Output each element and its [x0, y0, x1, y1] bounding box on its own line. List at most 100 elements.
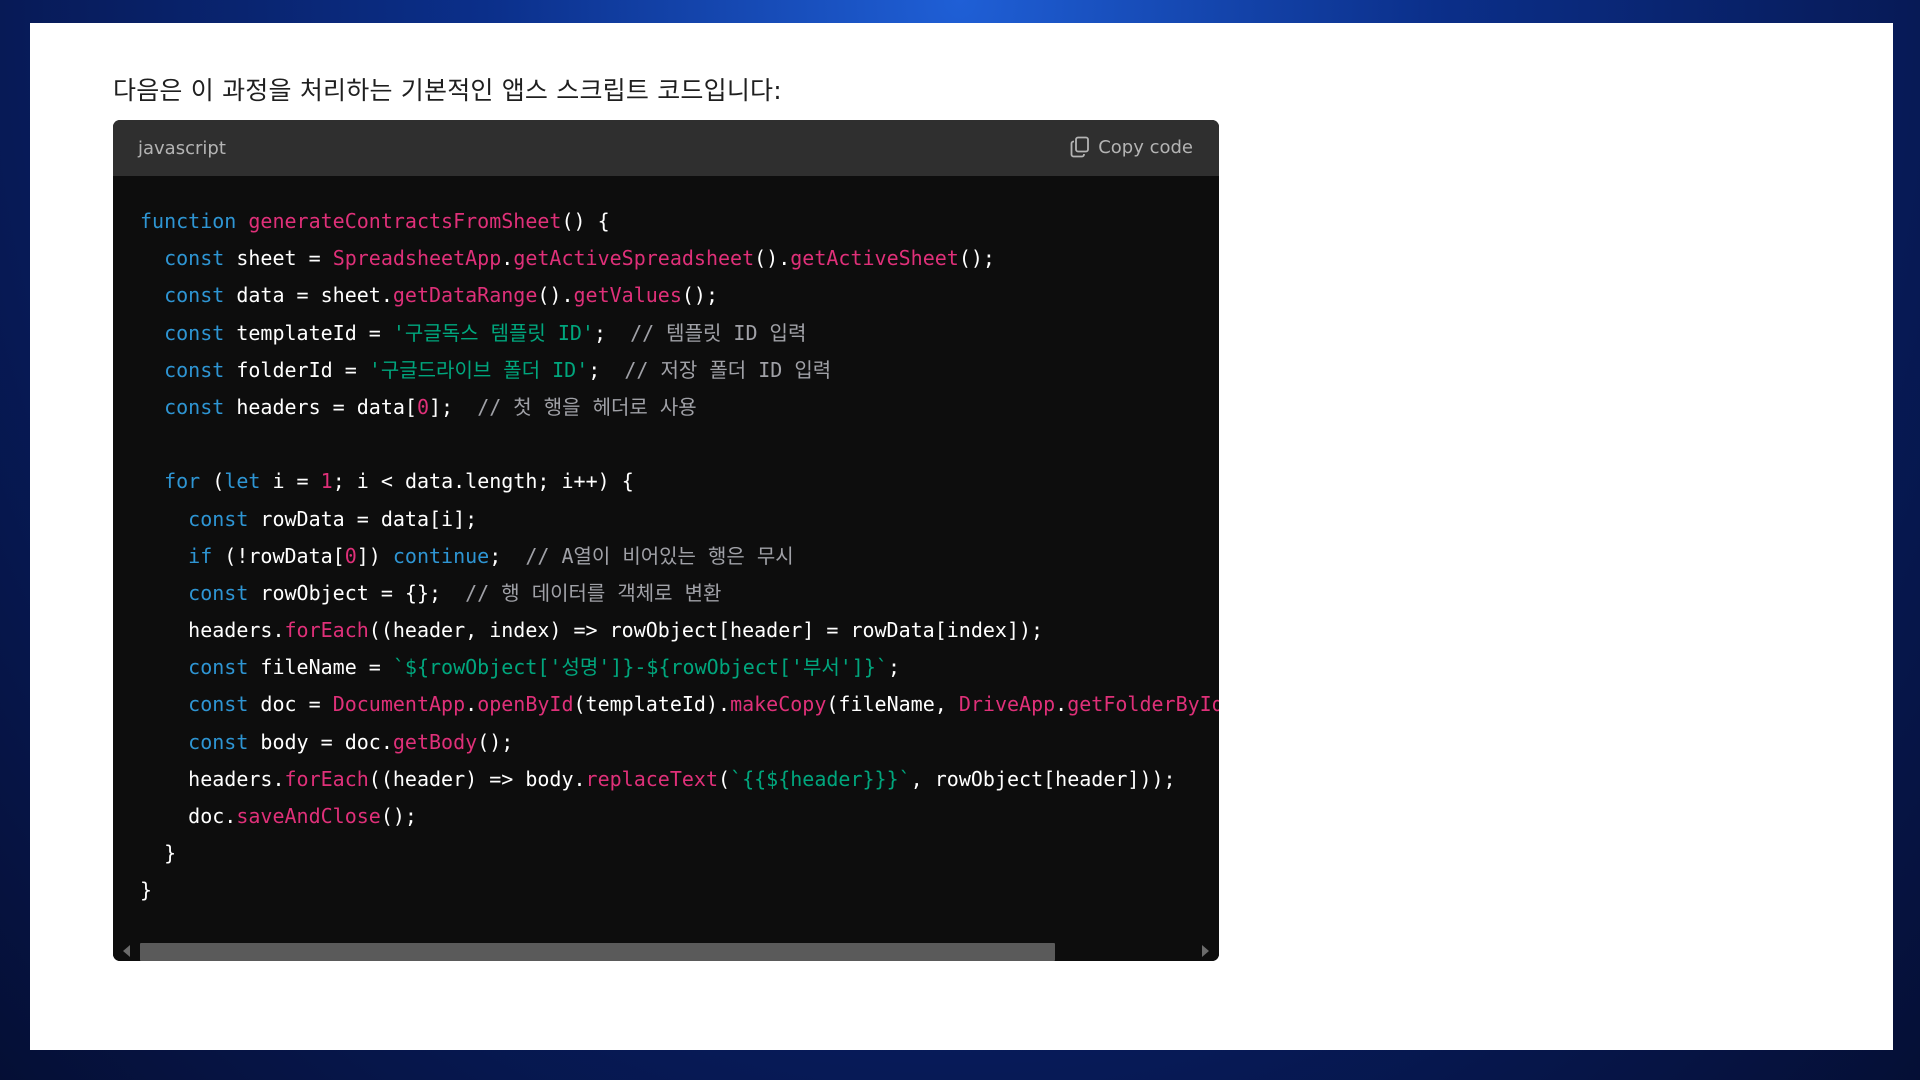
- code-token: ((header, index) => rowObject[header] = …: [368, 618, 1044, 643]
- code-token: , rowObject[header]));: [910, 766, 1176, 791]
- code-token: // 템플릿 ID 입력: [630, 320, 807, 345]
- code-token: SpreadsheetApp: [332, 246, 502, 271]
- code-token: 0: [416, 394, 430, 419]
- code-line: doc.saveAndClose();: [140, 798, 1219, 835]
- code-token: ();: [958, 246, 995, 271]
- code-token: getActiveSheet: [790, 246, 959, 271]
- code-token: makeCopy: [730, 692, 827, 717]
- code-token: ((header) => body.: [368, 766, 586, 791]
- code-token: ]): [356, 543, 393, 568]
- code-line: headers.forEach((header, index) => rowOb…: [140, 612, 1219, 649]
- code-token: getValues: [573, 283, 682, 308]
- code-token: ;: [489, 543, 526, 568]
- code-token: let: [224, 469, 261, 494]
- code-token: fileName =: [248, 655, 393, 680]
- code-language-label: javascript: [138, 138, 226, 159]
- code-token: ();: [681, 283, 719, 308]
- code-token: const: [164, 320, 225, 345]
- code-token: forEach: [284, 766, 369, 791]
- horizontal-scrollbar[interactable]: [113, 941, 1219, 961]
- code-token: const: [188, 692, 249, 717]
- code-token: const: [188, 655, 249, 680]
- code-line: if (!rowData[0]) continue; // A열이 비어있는 행…: [140, 538, 1219, 575]
- code-token: headers.: [140, 618, 285, 643]
- code-token: (fileName,: [826, 692, 959, 717]
- code-token: ;: [593, 320, 631, 345]
- code-token: ().: [537, 283, 574, 308]
- code-line: const body = doc.getBody();: [140, 724, 1219, 761]
- code-token: const: [188, 506, 249, 531]
- code-token: // 행 데이터를 객체로 변환: [465, 580, 722, 605]
- code-token: replaceText: [585, 766, 718, 791]
- code-token: .: [501, 246, 514, 271]
- code-token: '구글독스 템플릿 ID': [392, 320, 594, 345]
- code-token: (: [718, 766, 731, 791]
- code-token: ();: [477, 729, 514, 754]
- code-token: ; i < data.length; i++) {: [332, 469, 634, 494]
- code-line: const rowObject = {}; // 행 데이터를 객체로 변환: [140, 575, 1219, 612]
- code-line: const templateId = '구글독스 템플릿 ID'; // 템플릿…: [140, 315, 1219, 352]
- code-token: generateContractsFromSheet: [248, 209, 562, 233]
- code-token: `${rowObject['성명']}-${rowObject['부서']}`: [392, 655, 888, 680]
- code-token: const: [188, 580, 249, 605]
- copy-code-button[interactable]: Copy code: [1070, 136, 1193, 158]
- code-token: .: [1055, 692, 1068, 717]
- scroll-right-arrow-icon[interactable]: [1202, 945, 1209, 957]
- code-line: const folderId = '구글드라이브 폴더 ID'; // 저장 폴…: [140, 352, 1219, 389]
- code-token: doc =: [248, 692, 333, 717]
- code-token: folderId =: [224, 357, 369, 382]
- code-token: .: [465, 692, 478, 717]
- code-token: function: [140, 209, 237, 233]
- code-token: body = doc.: [248, 729, 393, 754]
- code-line: const headers = data[0]; // 첫 행을 헤더로 사용: [140, 389, 1219, 426]
- code-token: saveAndClose: [236, 804, 381, 828]
- code-token: forEach: [284, 618, 369, 643]
- code-token: (: [200, 469, 225, 494]
- code-token: doc.: [140, 804, 237, 828]
- code-token: openById: [477, 692, 574, 717]
- code-line: }: [140, 835, 1219, 872]
- intro-text: 다음은 이 과정을 처리하는 기본적인 앱스 스크립트 코드입니다:: [113, 76, 782, 105]
- code-token: // A열이 비어있는 행은 무시: [525, 543, 794, 568]
- content-panel: 다음은 이 과정을 처리하는 기본적인 앱스 스크립트 코드입니다: javas…: [30, 23, 1893, 1050]
- code-header: javascript Copy code: [113, 120, 1219, 176]
- code-token: 0: [344, 543, 357, 568]
- code-line: const sheet = SpreadsheetApp.getActiveSp…: [140, 240, 1219, 277]
- code-line: headers.forEach((header) => body.replace…: [140, 761, 1219, 798]
- code-token: (templateId).: [573, 692, 731, 717]
- code-token: continue: [392, 543, 490, 568]
- code-token: const: [188, 729, 249, 754]
- code-token: if: [188, 543, 213, 568]
- code-token: i =: [260, 469, 321, 494]
- code-content[interactable]: function generateContractsFromSheet() { …: [113, 176, 1219, 943]
- code-line: const doc = DocumentApp.openById(templat…: [140, 686, 1219, 723]
- code-token: headers = data[: [224, 394, 417, 419]
- scrollbar-thumb[interactable]: [140, 943, 1055, 961]
- code-token: getDataRange: [392, 283, 538, 308]
- code-line: const rowData = data[i];: [140, 501, 1219, 538]
- code-line: const fileName = `${rowObject['성명']}-${r…: [140, 649, 1219, 686]
- copy-code-label: Copy code: [1098, 136, 1193, 158]
- code-token: DriveApp: [958, 692, 1056, 717]
- code-token: rowData = data[i];: [248, 506, 478, 531]
- code-token: ;: [887, 655, 900, 680]
- code-token: const: [164, 357, 225, 382]
- code-token: DocumentApp: [332, 692, 466, 717]
- scroll-left-arrow-icon[interactable]: [123, 945, 130, 957]
- code-token: const: [164, 283, 225, 308]
- code-token: sheet =: [224, 246, 333, 271]
- code-token: () {: [561, 209, 610, 233]
- code-line: }: [140, 872, 1219, 909]
- code-token: // 첫 행을 헤더로 사용: [477, 394, 697, 419]
- code-token: const: [164, 394, 225, 419]
- code-token: // 저장 폴더 ID 입력: [624, 357, 832, 382]
